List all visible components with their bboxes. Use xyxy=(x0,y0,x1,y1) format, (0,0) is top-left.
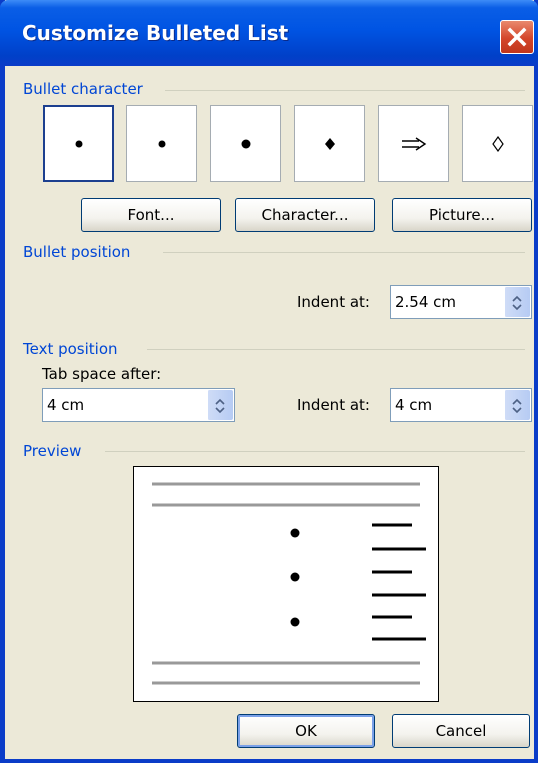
group-divider xyxy=(165,90,525,91)
double-arrow-right-icon xyxy=(401,136,426,151)
bullet-indent-label: Indent at: xyxy=(297,293,370,311)
bullet-dot-icon xyxy=(158,140,165,147)
tab-space-spinner[interactable]: 4 cm xyxy=(42,388,235,422)
character-button[interactable]: Character... xyxy=(235,198,375,232)
title-bar[interactable]: Customize Bulleted List xyxy=(0,0,538,66)
close-icon xyxy=(507,27,527,47)
bullet-character-group-label: Bullet character xyxy=(23,80,143,98)
preview-pane xyxy=(133,466,439,702)
ok-button[interactable]: OK xyxy=(237,714,375,748)
dialog-title: Customize Bulleted List xyxy=(22,21,289,45)
picture-button[interactable]: Picture... xyxy=(392,198,532,232)
bullet-tile-2[interactable] xyxy=(126,105,197,182)
spin-arrows[interactable] xyxy=(207,390,233,420)
bullet-tile-3[interactable] xyxy=(210,105,281,182)
bullet-tile-5[interactable] xyxy=(378,105,449,182)
bullet-dot-icon xyxy=(241,139,250,148)
spin-arrows[interactable] xyxy=(504,390,530,420)
spin-arrows-icon xyxy=(512,398,522,414)
preview-group-label: Preview xyxy=(23,442,82,460)
font-button[interactable]: Font... xyxy=(81,198,221,232)
spin-arrows[interactable] xyxy=(504,287,530,317)
tab-space-label: Tab space after: xyxy=(42,365,162,383)
spin-arrows-icon xyxy=(512,295,522,311)
bullet-tile-6[interactable] xyxy=(462,105,533,182)
text-indent-value[interactable]: 4 cm xyxy=(395,396,432,414)
lozenge-bullet-icon xyxy=(491,135,504,152)
bullet-dot-icon xyxy=(75,140,82,147)
diamond-bullet-icon xyxy=(324,137,335,150)
spin-arrows-icon xyxy=(215,398,225,414)
bullet-tile-4[interactable] xyxy=(294,105,365,182)
bullet-tile-1[interactable] xyxy=(43,105,114,182)
tab-space-value[interactable]: 4 cm xyxy=(47,396,84,414)
cancel-button[interactable]: Cancel xyxy=(392,714,530,748)
dialog-window: Customize Bulleted List Bullet character… xyxy=(0,0,538,763)
group-divider xyxy=(163,252,525,253)
preview-illustration xyxy=(152,482,426,685)
bullet-indent-value[interactable]: 2.54 cm xyxy=(395,293,456,311)
group-divider xyxy=(147,349,525,350)
close-button[interactable] xyxy=(500,20,534,54)
bullet-indent-spinner[interactable]: 2.54 cm xyxy=(390,285,532,319)
group-divider xyxy=(105,451,525,452)
bullet-position-group-label: Bullet position xyxy=(23,243,131,261)
text-indent-label: Indent at: xyxy=(297,396,370,414)
text-indent-spinner[interactable]: 4 cm xyxy=(390,388,532,422)
text-position-group-label: Text position xyxy=(23,340,118,358)
